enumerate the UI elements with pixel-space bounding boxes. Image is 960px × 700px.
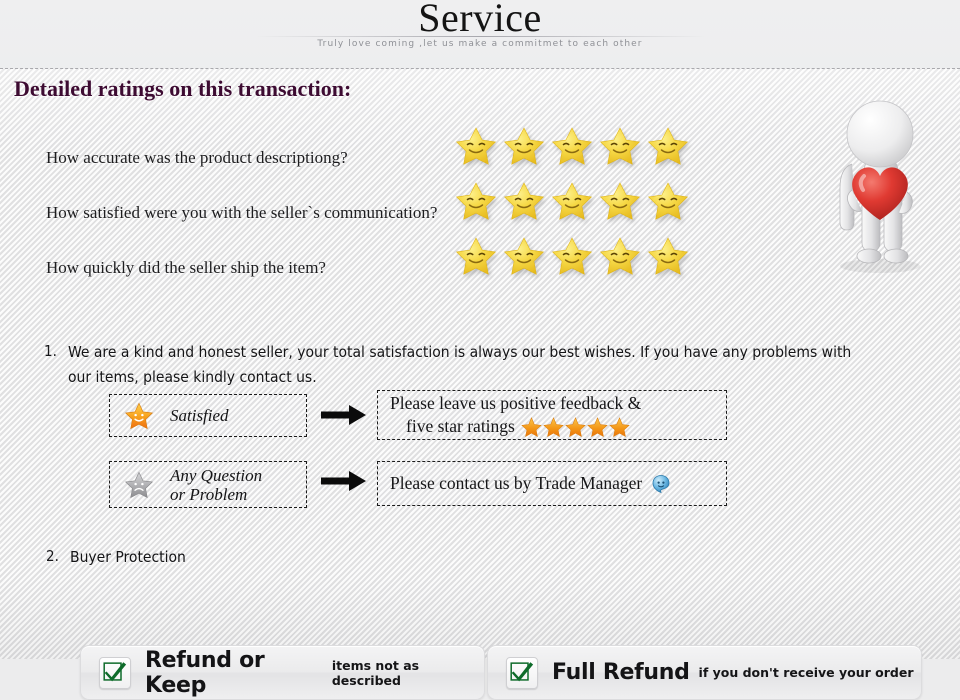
orange-smiling-star-icon [124,401,154,431]
smiley-star-icon[interactable] [647,180,689,222]
list-item: Buyer Protection [70,548,186,566]
rating-stars-row[interactable] [455,125,689,167]
flow-left-label: Satisfied [170,406,229,425]
feedback-line-2: five star ratings [406,416,515,436]
green-check-icon [99,656,131,689]
flow-arrow-icon [321,470,367,497]
protection-panel-full-refund[interactable]: Full Refund if you don't receive your or… [487,645,922,700]
rating-question: How quickly did the seller ship the item… [46,258,326,277]
feedback-line-1: Please leave us positive feedback & [390,393,642,413]
protection-subtitle: if you don't receive your order [698,665,914,680]
smiley-star-icon[interactable] [455,180,497,222]
rating-stars-row[interactable] [455,180,689,222]
flow-left-label-line2: or Problem [170,484,248,504]
content-layer: Detailed ratings on this transaction: Ho… [0,69,960,700]
flow-left-label-line1: Any Question [170,465,263,485]
smiley-star-icon[interactable] [503,235,545,277]
protection-title: Full Refund [552,660,690,685]
smiley-star-icon[interactable] [503,125,545,167]
list-item: We are a kind and honest seller, your to… [68,343,852,386]
rating-question: How satisfied were you with the seller`s… [46,203,438,222]
smiley-star-icon[interactable] [647,125,689,167]
smiley-star-icon[interactable] [599,125,641,167]
protection-title: Refund or Keep [145,647,265,698]
smiley-star-icon[interactable] [551,180,593,222]
smiley-star-icon[interactable] [599,180,641,222]
list-number: 1. [44,342,57,360]
trade-manager-icon[interactable] [651,474,671,494]
smiley-star-icon[interactable] [455,125,497,167]
flow-arrow-icon [321,404,367,431]
protection-panel-refund-or-keep[interactable]: Refund or Keep items not as described [80,645,485,700]
green-check-icon [506,656,538,689]
protection-subtitle: items not as described [331,657,420,688]
flow-left-label: Any Question or Problem [170,466,262,504]
page-header: Service Truly love coming ,let us make a… [0,0,960,68]
flow-left-box-satisfied[interactable]: Satisfied [109,394,307,437]
smiley-star-icon[interactable] [503,180,545,222]
flow-left-box-problem[interactable]: Any Question or Problem [109,461,307,508]
smiley-star-icon[interactable] [647,235,689,277]
contact-line: Please contact us by Trade Manager [390,473,643,493]
smiley-star-icon[interactable] [455,235,497,277]
smiley-star-icon[interactable] [599,235,641,277]
tagline: Truly love coming ,let us make a commitm… [317,39,643,49]
section-heading: Detailed ratings on this transaction: [14,76,352,101]
gray-sad-star-icon [124,470,154,500]
rating-stars-row[interactable] [455,235,689,277]
smiley-star-icon[interactable] [551,125,593,167]
3d-figure-holding-heart-icon [806,94,954,274]
service-policy-page: Service Truly love coming ,let us make a… [0,0,960,700]
list-number: 2. [46,547,59,565]
flow-right-box-contact[interactable]: Please contact us by Trade Manager [377,461,727,506]
flow-right-box-feedback[interactable]: Please leave us positive feedback & five… [377,390,727,440]
five-star-rating-icons [521,416,630,437]
smiley-star-icon[interactable] [551,235,593,277]
rating-question: How accurate was the product description… [46,148,348,167]
title-divider [256,36,706,37]
